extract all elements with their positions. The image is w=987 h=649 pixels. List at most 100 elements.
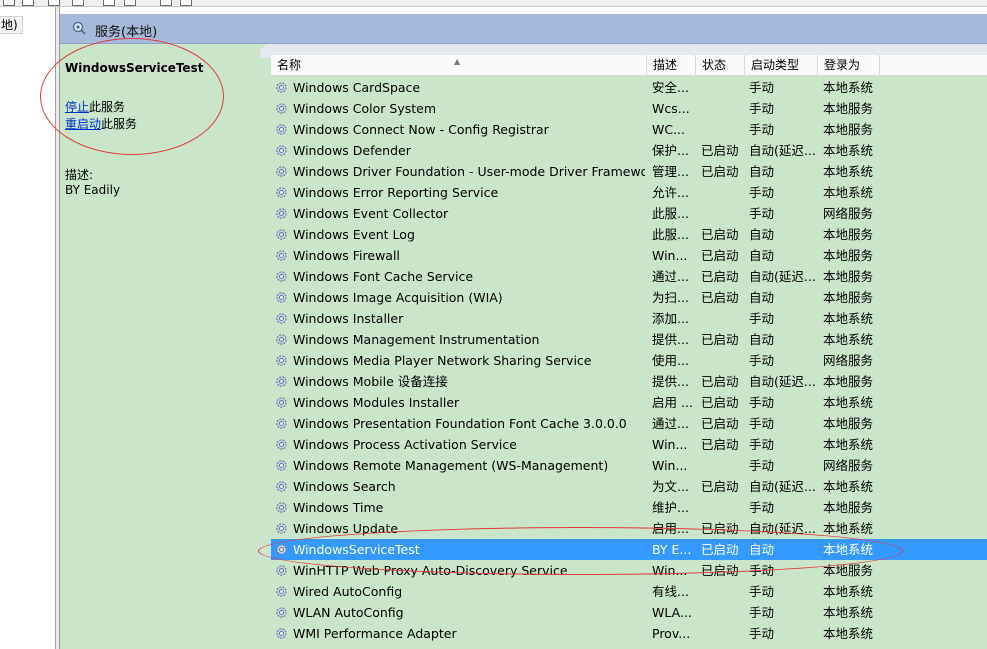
service-startup-type: 手动 (749, 80, 775, 95)
service-row[interactable]: Windows Media Player Network Sharing Ser… (271, 350, 987, 371)
service-row[interactable]: Windows CardSpace 安全... 手动 本地系统 (271, 77, 987, 98)
extended-description: WindowsServiceTest 停止此服务 重启动此服务 描述: BY E… (60, 58, 270, 649)
service-row[interactable]: Windows Search 为文... 已启动 自动(延迟... 本地系统 (271, 476, 987, 497)
toolbar-properties-icon[interactable] (48, 0, 60, 6)
toolbar (0, 0, 987, 7)
service-row[interactable]: Wired AutoConfig 有线... 手动 本地系统 (271, 581, 987, 602)
service-row[interactable]: Windows Connect Now - Config Registrar WC… (271, 119, 987, 140)
service-gear-icon (276, 481, 287, 492)
toolbar-back-icon[interactable] (3, 0, 15, 6)
service-log-on-as: 本地服务 (823, 122, 874, 137)
service-status: 已启动 (701, 416, 739, 431)
service-row[interactable]: Windows Driver Foundation - User-mode Dr… (271, 161, 987, 182)
service-startup-type: 自动(延迟... (749, 143, 816, 158)
service-startup-type: 自动(延迟... (749, 374, 816, 389)
service-gear-icon (276, 565, 287, 576)
service-log-on-as: 本地服务 (823, 269, 874, 284)
toolbar-play-icon[interactable] (160, 0, 172, 6)
service-name: Windows Event Log (293, 227, 415, 242)
service-startup-type: 手动 (749, 500, 775, 515)
service-row[interactable]: WinHTTP Web Proxy Auto-Discovery Service… (271, 560, 987, 581)
service-description: 启用... (652, 521, 689, 536)
toolbar-view-icon[interactable] (124, 0, 136, 6)
toolbar-stop-icon[interactable] (180, 0, 192, 6)
service-name: Windows Installer (293, 311, 404, 326)
column-header-startup-type[interactable]: 启动类型 (745, 55, 818, 75)
tree-item-services-local[interactable]: 地) (0, 16, 23, 34)
service-log-on-as: 本地系统 (823, 395, 874, 410)
service-log-on-as: 本地系统 (823, 80, 874, 95)
service-gear-icon (276, 82, 287, 93)
service-log-on-as: 本地服务 (823, 227, 874, 242)
service-description: 此服... (652, 206, 689, 221)
service-row[interactable]: WindowsServiceTest BY E... 已启动 自动 本地系统 (271, 539, 987, 560)
service-row[interactable]: Windows Remote Management (WS-Management… (271, 455, 987, 476)
service-row[interactable]: Windows Presentation Foundation Font Cac… (271, 413, 987, 434)
toolbar-forward-icon[interactable] (22, 0, 34, 6)
service-startup-type: 手动 (749, 416, 775, 431)
service-name: Windows Search (293, 479, 396, 494)
service-row[interactable]: Windows Defender 保护... 已启动 自动(延迟... 本地系统 (271, 140, 987, 161)
service-description: 通过... (652, 269, 689, 284)
column-header-status[interactable]: 状态 (696, 55, 745, 75)
column-header-name[interactable]: 名称 ▲ (271, 55, 647, 75)
restart-service-link[interactable]: 重启动 (65, 117, 101, 131)
service-row[interactable]: Windows Mobile 设备连接 提供... 已启动 自动(延迟... 本地服务 (271, 371, 987, 392)
service-status: 已启动 (701, 164, 739, 179)
service-description: WC... (652, 122, 686, 137)
service-log-on-as: 本地系统 (823, 311, 874, 326)
service-name: Windows Connect Now - Config Registrar (293, 122, 549, 137)
service-name: Windows Remote Management (WS-Management… (293, 458, 609, 473)
service-log-on-as: 本地服务 (823, 290, 874, 305)
service-name: Windows Time (293, 500, 384, 515)
service-description: Win... (652, 563, 688, 578)
service-row[interactable]: Windows Modules Installer 启用 ... 已启动 手动 本地系统 (271, 392, 987, 413)
service-log-on-as: 本地系统 (823, 584, 874, 599)
service-startup-type: 自动(延迟... (749, 521, 816, 536)
service-row[interactable]: WMI Performance Adapter Prov... 手动 本地系统 (271, 623, 987, 644)
service-name: Windows Mobile 设备连接 (293, 374, 448, 389)
service-name: Windows Driver Foundation - User-mode Dr… (293, 164, 645, 179)
column-header-description[interactable]: 描述 (647, 55, 696, 75)
service-startup-type: 自动 (749, 290, 775, 305)
service-name: Windows Modules Installer (293, 395, 460, 410)
service-actions: 停止此服务 重启动此服务 (65, 99, 137, 133)
service-row[interactable]: Windows Firewall Win... 已启动 自动 本地服务 (271, 245, 987, 266)
toolbar-help-icon[interactable] (72, 0, 84, 6)
restart-service-suffix: 此服务 (101, 117, 138, 131)
service-name: Windows CardSpace (293, 80, 421, 95)
service-description: 使用... (652, 353, 689, 368)
service-description: 安全... (652, 80, 689, 95)
service-row[interactable]: Windows Font Cache Service 通过... 已启动 自动(延迟.… (271, 266, 987, 287)
service-row[interactable]: Windows Image Acquisition (WIA) 为扫... 已启动自… (271, 287, 987, 308)
service-startup-type: 手动 (749, 185, 775, 200)
toolbar-export-icon[interactable] (103, 0, 115, 6)
column-header-name-label: 名称 (277, 58, 302, 72)
service-gear-icon (276, 586, 287, 597)
service-row[interactable]: Windows Event Log 此服... 已启动 自动 本地服务 (271, 224, 987, 245)
service-name: Windows Firewall (293, 248, 400, 263)
service-row[interactable]: Windows Update 启用... 已启动 自动(延迟... 本地系统 (271, 518, 987, 539)
service-description: Prov... (652, 626, 691, 641)
service-row[interactable]: Windows Error Reporting Service 允许... 手动 本地… (271, 182, 987, 203)
service-log-on-as: 本地系统 (823, 185, 874, 200)
service-gear-icon (276, 355, 287, 366)
service-gear-icon (276, 166, 287, 177)
description-text: BY Eadily (65, 183, 121, 197)
service-row[interactable]: Windows Event Collector 此服... 手动 网络服务 (271, 203, 987, 224)
column-header-log-on-as[interactable]: 登录为 (818, 55, 880, 75)
service-row[interactable]: Windows Color System Wcs... 手动 本地服务 (271, 98, 987, 119)
stop-service-link[interactable]: 停止 (65, 100, 89, 114)
service-gear-icon (276, 103, 287, 114)
service-gear-icon (276, 544, 287, 555)
service-row[interactable]: Windows Process Activation Service Win...… (271, 434, 987, 455)
service-status: 已启动 (701, 269, 739, 284)
service-row[interactable]: WLAN AutoConfig WLA... 手动 本地系统 (271, 602, 987, 623)
service-row[interactable]: Windows Management Instrumentation 提供... 已… (271, 329, 987, 350)
service-description: BY E... (652, 542, 692, 557)
service-row[interactable]: Windows Time 维护... 手动 本地服务 (271, 497, 987, 518)
service-row[interactable]: Windows Installer 添加... 手动 本地系统 (271, 308, 987, 329)
service-startup-type: 自动 (749, 227, 775, 242)
service-log-on-as: 本地系统 (823, 626, 874, 641)
service-startup-type: 自动 (749, 164, 775, 179)
